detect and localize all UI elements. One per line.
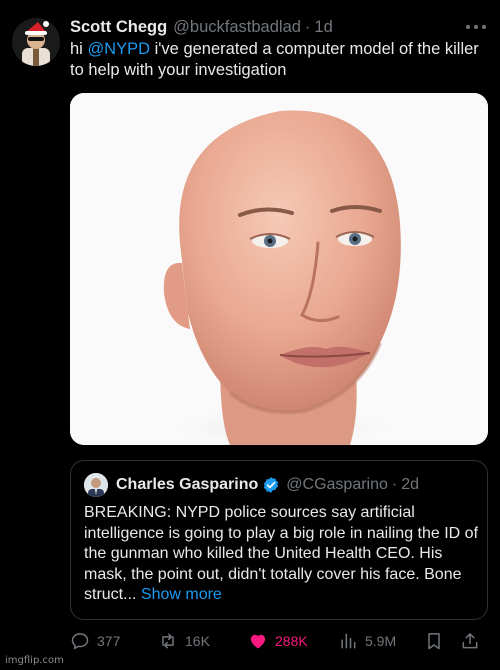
views-button[interactable]: 5.9M <box>338 628 396 654</box>
imgflip-watermark: imgflip.com <box>5 655 64 666</box>
quote-time[interactable]: 2d <box>401 476 419 494</box>
share-icon <box>462 633 478 649</box>
author-handle[interactable]: @buckfastbadlad <box>173 18 301 37</box>
bookmark-button[interactable] <box>424 628 451 654</box>
like-count: 288K <box>275 633 308 649</box>
retweet-count: 16K <box>185 633 210 649</box>
quoted-tweet[interactable]: Charles Gasparino @CGasparino · 2d BREAK… <box>70 460 488 620</box>
retweet-button[interactable]: 16K <box>158 628 210 654</box>
reply-count: 377 <box>97 633 121 649</box>
bookmark-icon <box>428 633 440 650</box>
quote-avatar-image <box>84 473 108 497</box>
reply-icon <box>71 633 89 650</box>
heart-icon <box>250 634 266 649</box>
quote-author-avatar[interactable] <box>84 473 108 497</box>
author-name[interactable]: Scott Chegg <box>70 18 167 37</box>
views-count: 5.9M <box>365 633 397 649</box>
quote-author-name[interactable]: Charles Gasparino <box>116 476 258 494</box>
avatar-image <box>12 18 60 66</box>
tweet-text: hi @NYPD i've generated a computer model… <box>70 39 490 81</box>
retweet-icon <box>162 633 174 649</box>
tweet-media-image[interactable] <box>70 93 488 445</box>
tweet-actions: 377 16K 288K 5.9M <box>70 628 488 654</box>
tweet-text-prefix: hi <box>70 40 88 58</box>
reply-button[interactable]: 377 <box>70 628 120 654</box>
show-more-link[interactable]: Show more <box>141 586 222 603</box>
tweet-header: Scott Chegg @buckfastbadlad · 1d <box>70 16 486 38</box>
quote-header: Charles Gasparino @CGasparino · 2d <box>116 474 477 496</box>
mention-link[interactable]: @NYPD <box>87 40 150 58</box>
share-button[interactable] <box>460 628 487 654</box>
quote-author-handle[interactable]: @CGasparino <box>286 476 388 494</box>
verified-badge-icon <box>264 477 279 493</box>
generated-face-image <box>70 93 488 445</box>
quote-separator-dot: · <box>391 476 398 493</box>
like-button[interactable]: 288K <box>248 628 308 654</box>
more-horizontal-icon[interactable] <box>466 20 486 34</box>
views-chart-icon <box>341 633 356 649</box>
quote-text: BREAKING: NYPD police sources say artifi… <box>84 503 479 606</box>
tweet-time[interactable]: 1d <box>314 18 332 37</box>
author-avatar[interactable] <box>12 18 60 66</box>
separator-dot: · <box>304 17 311 36</box>
